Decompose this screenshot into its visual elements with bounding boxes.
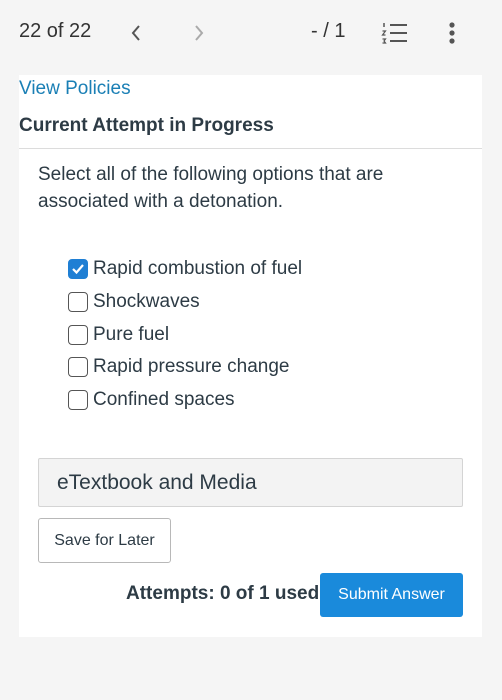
option-label: Shockwaves xyxy=(93,291,200,313)
question-panel: View Policies Current Attempt in Progres… xyxy=(19,75,482,637)
save-for-later-button[interactable]: Save for Later xyxy=(38,518,171,563)
attempt-heading: Current Attempt in Progress xyxy=(19,115,274,136)
option-label: Rapid combustion of fuel xyxy=(93,258,303,280)
etextbook-media-accordion[interactable]: eTextbook and Media xyxy=(38,458,463,507)
option-label: Confined spaces xyxy=(93,389,235,411)
chevron-left-icon xyxy=(131,25,140,41)
option-label: Rapid pressure change xyxy=(93,356,290,378)
attempts-counter: Attempts: 0 of 1 used xyxy=(126,583,320,604)
checkbox-unchecked[interactable] xyxy=(68,357,88,378)
numbered-list-icon xyxy=(381,23,407,44)
previous-question-button[interactable] xyxy=(124,20,148,46)
question-toolbar: 22 of 22 - / 1 xyxy=(0,0,502,64)
option-confined-spaces[interactable]: Confined spaces xyxy=(68,384,302,417)
option-rapid-pressure-change[interactable]: Rapid pressure change xyxy=(68,351,302,384)
checkbox-checked[interactable] xyxy=(68,259,88,280)
option-label: Pure fuel xyxy=(93,323,170,345)
question-score: - / 1 xyxy=(311,20,346,42)
question-prompt: Select all of the following options that… xyxy=(38,164,384,212)
more-options-button[interactable] xyxy=(442,20,462,46)
checkmark-icon xyxy=(72,264,84,275)
checkbox-unchecked[interactable] xyxy=(68,292,88,313)
submit-answer-button[interactable]: Submit Answer xyxy=(320,573,463,617)
option-rapid-combustion[interactable]: Rapid combustion of fuel xyxy=(68,253,302,286)
question-counter: 22 of 22 xyxy=(19,20,92,42)
view-policies-link[interactable]: View Policies xyxy=(19,78,131,100)
next-question-button[interactable] xyxy=(187,20,211,46)
option-pure-fuel[interactable]: Pure fuel xyxy=(68,318,302,351)
answer-options: Rapid combustion of fuel Shockwaves Pure… xyxy=(68,253,302,416)
checkbox-unchecked[interactable] xyxy=(68,324,88,345)
divider xyxy=(19,148,482,149)
question-list-button[interactable] xyxy=(381,20,409,46)
option-shockwaves[interactable]: Shockwaves xyxy=(68,286,302,319)
more-vertical-icon xyxy=(449,22,455,44)
chevron-right-icon xyxy=(195,25,204,41)
checkbox-unchecked[interactable] xyxy=(68,390,88,411)
